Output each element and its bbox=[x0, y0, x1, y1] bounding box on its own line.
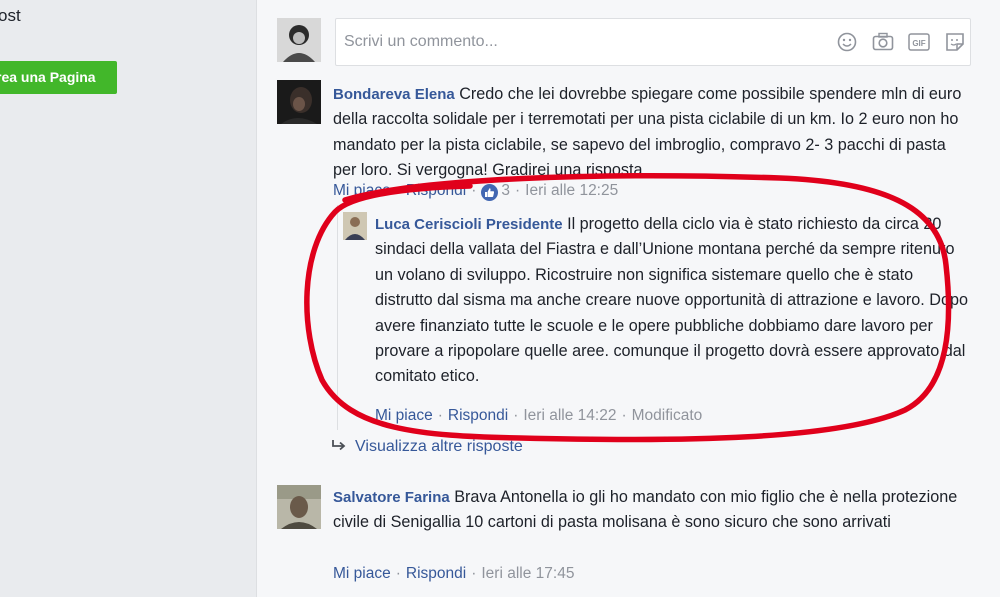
comment-composer: GIF bbox=[277, 18, 977, 70]
separator-dot: · bbox=[471, 182, 477, 199]
like-link[interactable]: Mi piace bbox=[333, 182, 391, 199]
reply-text: Il progetto della ciclo via è stato rich… bbox=[375, 215, 968, 386]
avatar[interactable] bbox=[277, 80, 321, 129]
comment-timestamp[interactable]: Ieri alle 17:45 bbox=[481, 565, 574, 582]
comment-actions: Mi piace · Rispondi · 3 · Ieri alle 12:25 bbox=[333, 182, 618, 201]
reply-timestamp[interactable]: Ieri alle 14:22 bbox=[523, 407, 616, 424]
reply-link[interactable]: Rispondi bbox=[448, 407, 508, 424]
separator-dot: · bbox=[395, 565, 401, 582]
reaction-count: 3 bbox=[501, 182, 510, 199]
sticker-icon[interactable] bbox=[943, 30, 967, 54]
create-page-button[interactable]: rea una Pagina bbox=[0, 61, 117, 94]
like-link[interactable]: Mi piace bbox=[375, 407, 433, 424]
comment-timestamp[interactable]: Ieri alle 12:25 bbox=[525, 182, 618, 199]
comment-author-link[interactable]: Bondareva Elena bbox=[333, 86, 455, 103]
reply-thread-line bbox=[337, 205, 338, 430]
composer-icons: GIF bbox=[835, 30, 967, 54]
comments-section: GIF Bondareva Elena Credo che lei dovreb… bbox=[257, 0, 1000, 597]
comment-item: Bondareva Elena Credo che lei dovrebbe s… bbox=[277, 80, 977, 205]
view-more-replies-link[interactable]: Visualizza altre risposte bbox=[331, 438, 523, 456]
svg-text:GIF: GIF bbox=[912, 39, 925, 48]
comment-body: Bondareva Elena Credo che lei dovrebbe s… bbox=[333, 82, 973, 184]
reply-body: Luca Ceriscioli Presidente Il progetto d… bbox=[375, 212, 975, 390]
reply-author-link[interactable]: Luca Ceriscioli Presidente bbox=[375, 216, 563, 233]
reactions-summary[interactable]: 3 bbox=[481, 182, 510, 201]
reply-arrow-icon bbox=[331, 438, 355, 456]
left-post-label: ost bbox=[0, 6, 21, 25]
thumbs-up-icon bbox=[481, 184, 499, 201]
camera-icon[interactable] bbox=[871, 30, 895, 54]
comment-actions: Mi piace · Rispondi · Ieri alle 17:45 bbox=[333, 565, 574, 583]
reply-link[interactable]: Rispondi bbox=[406, 565, 466, 582]
separator-dot: · bbox=[513, 407, 519, 424]
separator-dot: · bbox=[621, 407, 627, 424]
reply-item: Luca Ceriscioli Presidente Il progetto d… bbox=[343, 212, 983, 432]
emoji-icon[interactable] bbox=[835, 30, 859, 54]
like-link[interactable]: Mi piace bbox=[333, 565, 391, 582]
edited-label[interactable]: Modificato bbox=[632, 407, 703, 424]
post-feed: GIF Bondareva Elena Credo che lei dovreb… bbox=[256, 0, 1000, 597]
comment-author-link[interactable]: Salvatore Farina bbox=[333, 489, 450, 506]
gif-icon[interactable]: GIF bbox=[907, 30, 931, 54]
reply-link[interactable]: Rispondi bbox=[406, 182, 466, 199]
left-column: ost rea una Pagina bbox=[0, 0, 255, 597]
avatar[interactable] bbox=[343, 212, 367, 245]
comment-item: Salvatore Farina Brava Antonella io gli … bbox=[277, 485, 977, 590]
user-avatar[interactable] bbox=[277, 18, 321, 62]
reply-actions: Mi piace · Rispondi · Ieri alle 14:22 · Modifi… bbox=[375, 407, 702, 425]
comment-body: Salvatore Farina Brava Antonella io gli … bbox=[333, 485, 973, 536]
view-more-replies-label[interactable]: Visualizza altre risposte bbox=[355, 438, 523, 455]
separator-dot: · bbox=[471, 565, 477, 582]
separator-dot: · bbox=[395, 182, 401, 199]
avatar[interactable] bbox=[277, 485, 321, 534]
separator-dot: · bbox=[437, 407, 443, 424]
separator-dot: · bbox=[515, 182, 521, 199]
